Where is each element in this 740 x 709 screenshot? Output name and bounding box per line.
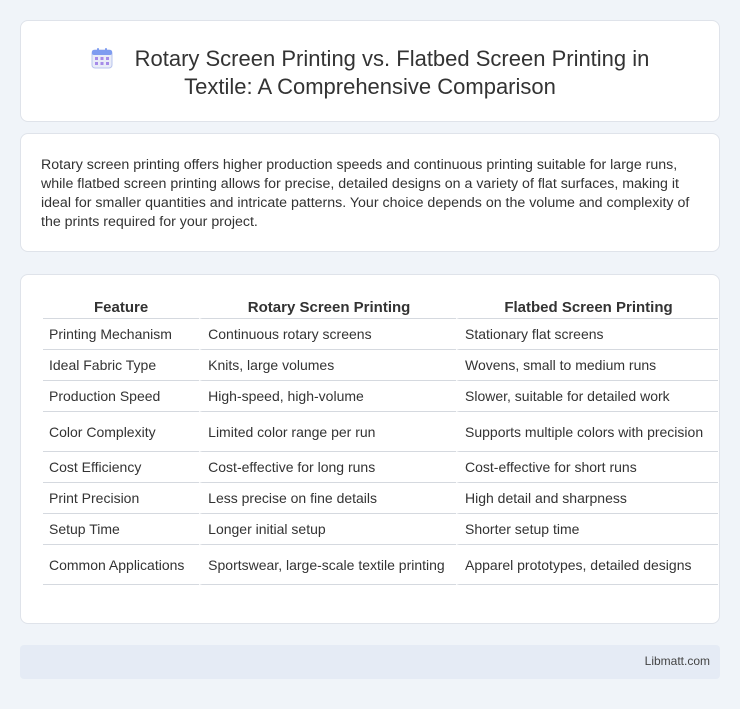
feature-cell: Color Complexity	[43, 412, 200, 452]
feature-cell: Printing Mechanism	[43, 319, 200, 350]
header-flatbed: Flatbed Screen Printing	[456, 295, 718, 319]
page-title-wrap: Rotary Screen Printing vs. Flatbed Scree…	[21, 45, 719, 101]
flatbed-cell: Supports multiple colors with precision	[456, 412, 718, 452]
intro-text: Rotary screen printing offers higher pro…	[41, 157, 690, 230]
table-row: Printing Mechanism Continuous rotary scr…	[43, 319, 718, 350]
feature-cell: Print Precision	[43, 483, 200, 514]
table-row: Common Applications Sportswear, large-sc…	[43, 545, 718, 585]
flatbed-cell: Slower, suitable for detailed work	[456, 381, 718, 412]
footer-bar: Libmatt.com	[20, 645, 720, 679]
table-row: Cost Efficiency Cost-effective for long …	[43, 452, 718, 483]
flatbed-cell: Apparel prototypes, detailed designs	[456, 545, 718, 585]
table-row: Production Speed High-speed, high-volume…	[43, 381, 718, 412]
feature-cell: Cost Efficiency	[43, 452, 200, 483]
feature-cell: Common Applications	[43, 545, 200, 585]
flatbed-cell: Cost-effective for short runs	[456, 452, 718, 483]
table-row: Color Complexity Limited color range per…	[43, 412, 718, 452]
feature-cell: Production Speed	[43, 381, 200, 412]
header-feature: Feature	[43, 295, 200, 319]
rotary-cell: Continuous rotary screens	[199, 319, 456, 350]
feature-cell: Ideal Fabric Type	[43, 350, 200, 381]
rotary-cell: Longer initial setup	[199, 514, 456, 545]
page-title: Rotary Screen Printing vs. Flatbed Scree…	[134, 46, 650, 99]
title-card: Rotary Screen Printing vs. Flatbed Scree…	[20, 20, 720, 122]
table-header-row: Feature Rotary Screen Printing Flatbed S…	[43, 295, 718, 319]
rotary-cell: Cost-effective for long runs	[199, 452, 456, 483]
comparison-card: Feature Rotary Screen Printing Flatbed S…	[20, 274, 720, 624]
table-row: Setup Time Longer initial setup Shorter …	[43, 514, 718, 545]
footer-site-link[interactable]: Libmatt.com	[645, 654, 710, 668]
comparison-table: Feature Rotary Screen Printing Flatbed S…	[43, 295, 718, 585]
rotary-cell: Less precise on fine details	[199, 483, 456, 514]
rotary-cell: Limited color range per run	[199, 412, 456, 452]
rotary-cell: Sportswear, large-scale textile printing	[199, 545, 456, 585]
calendar-icon	[91, 47, 113, 69]
flatbed-cell: Stationary flat screens	[456, 319, 718, 350]
flatbed-cell: High detail and sharpness	[456, 483, 718, 514]
table-row: Print Precision Less precise on fine det…	[43, 483, 718, 514]
header-rotary: Rotary Screen Printing	[199, 295, 456, 319]
intro-card: Rotary screen printing offers higher pro…	[20, 133, 720, 252]
flatbed-cell: Shorter setup time	[456, 514, 718, 545]
flatbed-cell: Wovens, small to medium runs	[456, 350, 718, 381]
rotary-cell: High-speed, high-volume	[199, 381, 456, 412]
feature-cell: Setup Time	[43, 514, 200, 545]
table-row: Ideal Fabric Type Knits, large volumes W…	[43, 350, 718, 381]
rotary-cell: Knits, large volumes	[199, 350, 456, 381]
